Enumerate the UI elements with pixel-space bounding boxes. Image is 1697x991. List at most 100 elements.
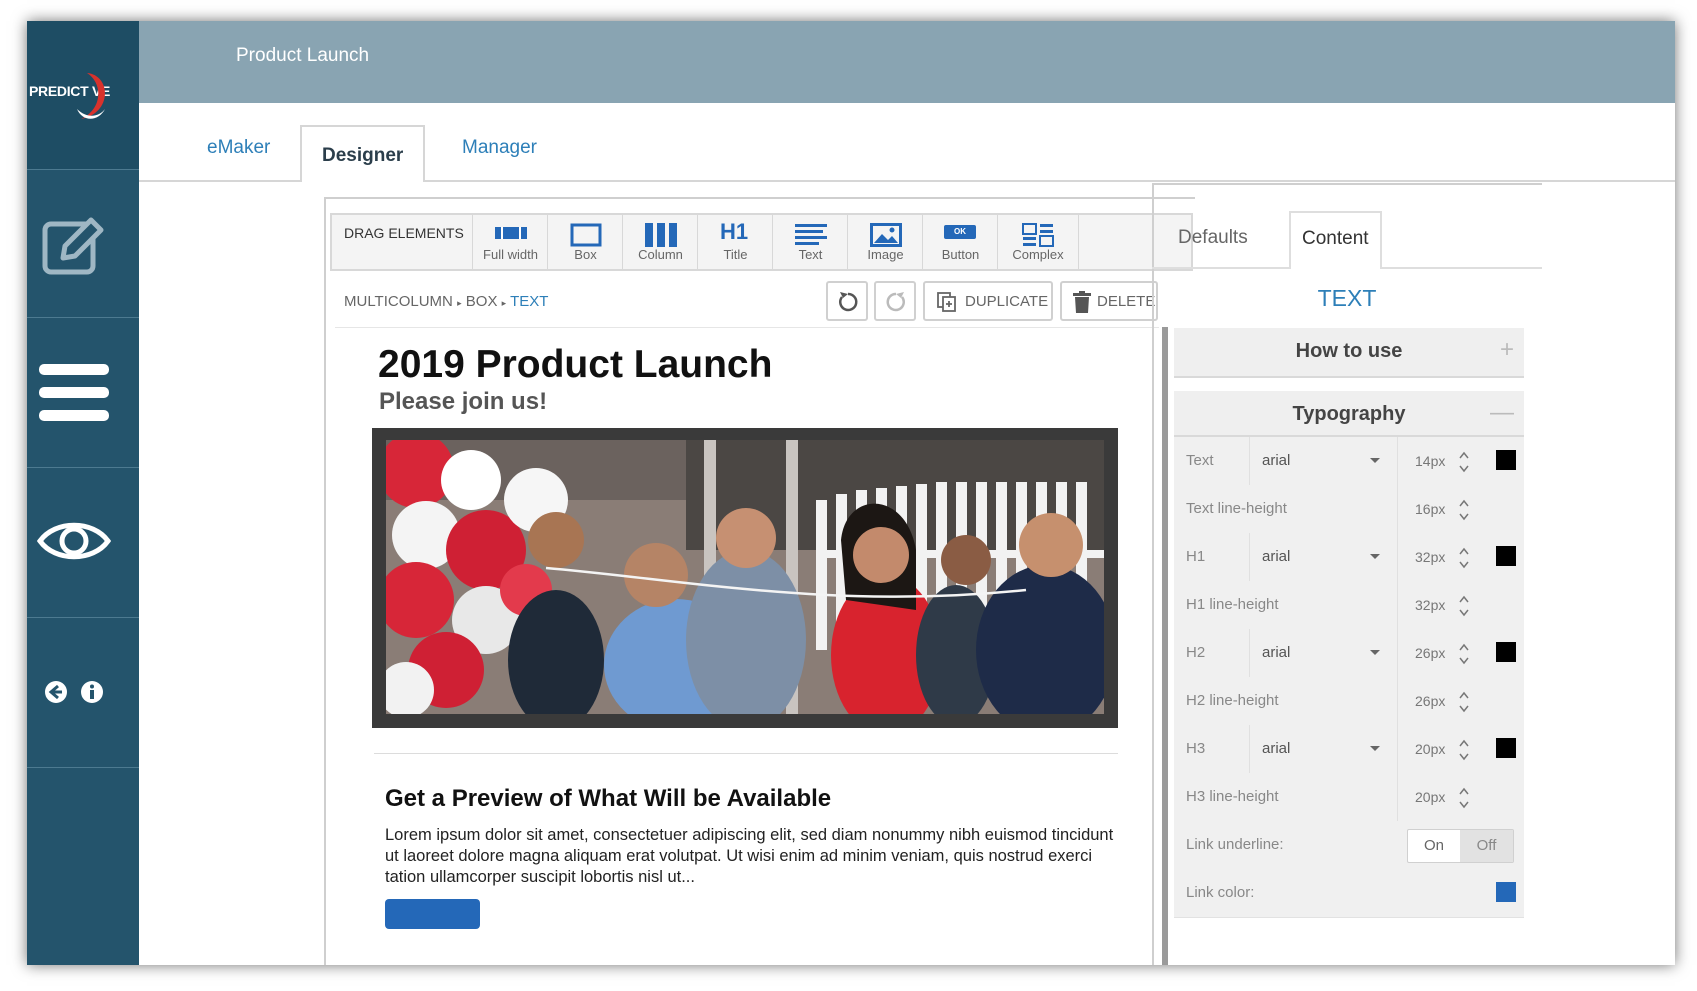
font-select[interactable]: arial — [1249, 533, 1398, 581]
accordion-typography[interactable]: Typography — — [1174, 391, 1524, 437]
size-stepper[interactable]: 20px — [1397, 725, 1478, 773]
box-icon — [570, 223, 602, 247]
tool-title[interactable]: H1 Title — [697, 215, 773, 269]
edit-pencil-icon — [42, 217, 104, 275]
column-icon — [645, 223, 677, 247]
size-stepper[interactable]: 26px — [1397, 677, 1478, 725]
email-subtitle[interactable]: Please join us! — [379, 388, 547, 416]
app-window: PREDICT VE Product Launch eMaker Designe… — [27, 21, 1675, 965]
plus-icon: + — [1499, 336, 1514, 363]
hamburger-menu-icon — [39, 364, 109, 421]
size-stepper[interactable]: 32px — [1397, 581, 1478, 629]
duplicate-button[interactable]: DUPLICATE — [923, 281, 1053, 321]
email-title[interactable]: 2019 Product Launch — [378, 343, 772, 387]
tool-label: Box — [574, 247, 597, 262]
size-stepper[interactable]: 20px — [1397, 773, 1478, 821]
email-body-text[interactable]: Lorem ipsum dolor sit amet, consectetuer… — [385, 825, 1115, 888]
preview-button[interactable] — [27, 467, 139, 618]
typography-row-link-underline: Link underline: On Off — [1174, 821, 1524, 870]
accordion-how-to-use[interactable]: How to use + — [1174, 328, 1524, 378]
size-value: 16px — [1415, 501, 1446, 517]
chevron-down-icon — [1370, 554, 1380, 559]
email-canvas: 2019 Product Launch Please join us! Get … — [334, 327, 1160, 965]
tool-image[interactable]: Image — [847, 215, 923, 269]
sidebar: PREDICT VE — [27, 21, 139, 965]
tool-button[interactable]: OK Button — [922, 215, 998, 269]
tool-label: Full width — [483, 247, 538, 262]
delete-button[interactable]: DELETE — [1060, 281, 1158, 321]
link-color-swatch[interactable] — [1496, 882, 1516, 902]
spinner-arrows-icon — [1459, 787, 1469, 809]
color-swatch[interactable] — [1496, 738, 1516, 758]
row-label: H1 — [1186, 548, 1206, 565]
delete-label: DELETE — [1097, 293, 1156, 310]
email-cta-button[interactable] — [385, 899, 480, 929]
size-stepper[interactable]: 26px — [1397, 629, 1478, 677]
spinner-arrows-icon — [1459, 739, 1469, 761]
minus-icon: — — [1490, 399, 1514, 426]
font-select[interactable]: arial — [1249, 437, 1398, 485]
row-label: Text line-height — [1186, 500, 1287, 517]
size-value: 26px — [1415, 645, 1446, 661]
spinner-arrows-icon — [1459, 499, 1469, 521]
size-stepper[interactable]: 32px — [1397, 533, 1478, 581]
breadcrumb: MULTICOLUMN ▸ BOX ▸ TEXT — [344, 293, 548, 310]
back-arrow-icon[interactable] — [44, 680, 68, 704]
tab-content[interactable]: Content — [1289, 211, 1382, 269]
tab-content-label: Content — [1302, 228, 1369, 249]
size-stepper[interactable]: 16px — [1397, 485, 1478, 533]
font-value: arial — [1262, 644, 1291, 661]
tab-defaults[interactable]: Defaults — [1178, 227, 1248, 249]
main-tabs: eMaker Designer Manager — [139, 103, 1675, 185]
color-swatch[interactable] — [1496, 546, 1516, 566]
tab-manager[interactable]: Manager — [462, 137, 537, 159]
color-swatch[interactable] — [1496, 450, 1516, 470]
spinner-arrows-icon — [1459, 643, 1469, 665]
size-value: 20px — [1415, 741, 1446, 757]
tool-box[interactable]: Box — [547, 215, 623, 269]
row-label: Link color: — [1186, 884, 1255, 901]
nav-buttons — [27, 617, 139, 768]
typography-row-h2-line-height: H2 line-height 26px — [1174, 677, 1524, 726]
panel-heading: TEXT — [1317, 285, 1377, 311]
typography-row-text: Text arial 14px — [1174, 437, 1524, 486]
tool-complex[interactable]: Complex — [997, 215, 1079, 269]
tool-label: Text — [798, 247, 823, 262]
logo[interactable]: PREDICT VE — [27, 21, 139, 169]
content-divider — [374, 753, 1118, 754]
tab-designer[interactable]: Designer — [300, 125, 425, 182]
complex-icon — [1022, 223, 1054, 247]
top-header: Product Launch — [139, 21, 1675, 103]
toggle-off[interactable]: Off — [1460, 830, 1513, 862]
info-icon[interactable] — [80, 680, 104, 704]
font-select[interactable]: arial — [1249, 725, 1398, 773]
breadcrumb-separator-icon: ▸ — [501, 298, 507, 308]
h1-title-icon: H1 — [720, 219, 749, 244]
color-swatch[interactable] — [1496, 642, 1516, 662]
link-underline-toggle[interactable]: On Off — [1407, 829, 1514, 863]
undo-button[interactable] — [826, 281, 868, 321]
font-value: arial — [1262, 452, 1291, 469]
font-value: arial — [1262, 740, 1291, 757]
font-select[interactable]: arial — [1249, 629, 1398, 677]
tab-emaker[interactable]: eMaker — [207, 137, 270, 159]
redo-button[interactable] — [874, 281, 916, 321]
panel-top-border — [1152, 183, 1542, 185]
button-icon-glyph: OK — [954, 227, 966, 236]
email-section-title[interactable]: Get a Preview of What Will be Available — [385, 785, 831, 813]
tool-full-width[interactable]: Full width — [472, 215, 548, 269]
menu-button[interactable] — [27, 317, 139, 468]
edit-button[interactable] — [27, 169, 139, 330]
toggle-on[interactable]: On — [1408, 830, 1460, 862]
tool-column[interactable]: Column — [622, 215, 698, 269]
image-icon — [870, 223, 902, 247]
hero-image[interactable] — [372, 428, 1118, 728]
undo-icon — [839, 292, 858, 312]
breadcrumb-item[interactable]: MULTICOLUMN — [344, 293, 453, 310]
row-label: H3 — [1186, 740, 1206, 757]
tool-text[interactable]: Text — [772, 215, 848, 269]
breadcrumb-item[interactable]: BOX — [466, 293, 498, 310]
size-stepper[interactable]: 14px — [1397, 437, 1478, 485]
size-value: 14px — [1415, 453, 1446, 469]
tool-label: Button — [941, 247, 980, 262]
